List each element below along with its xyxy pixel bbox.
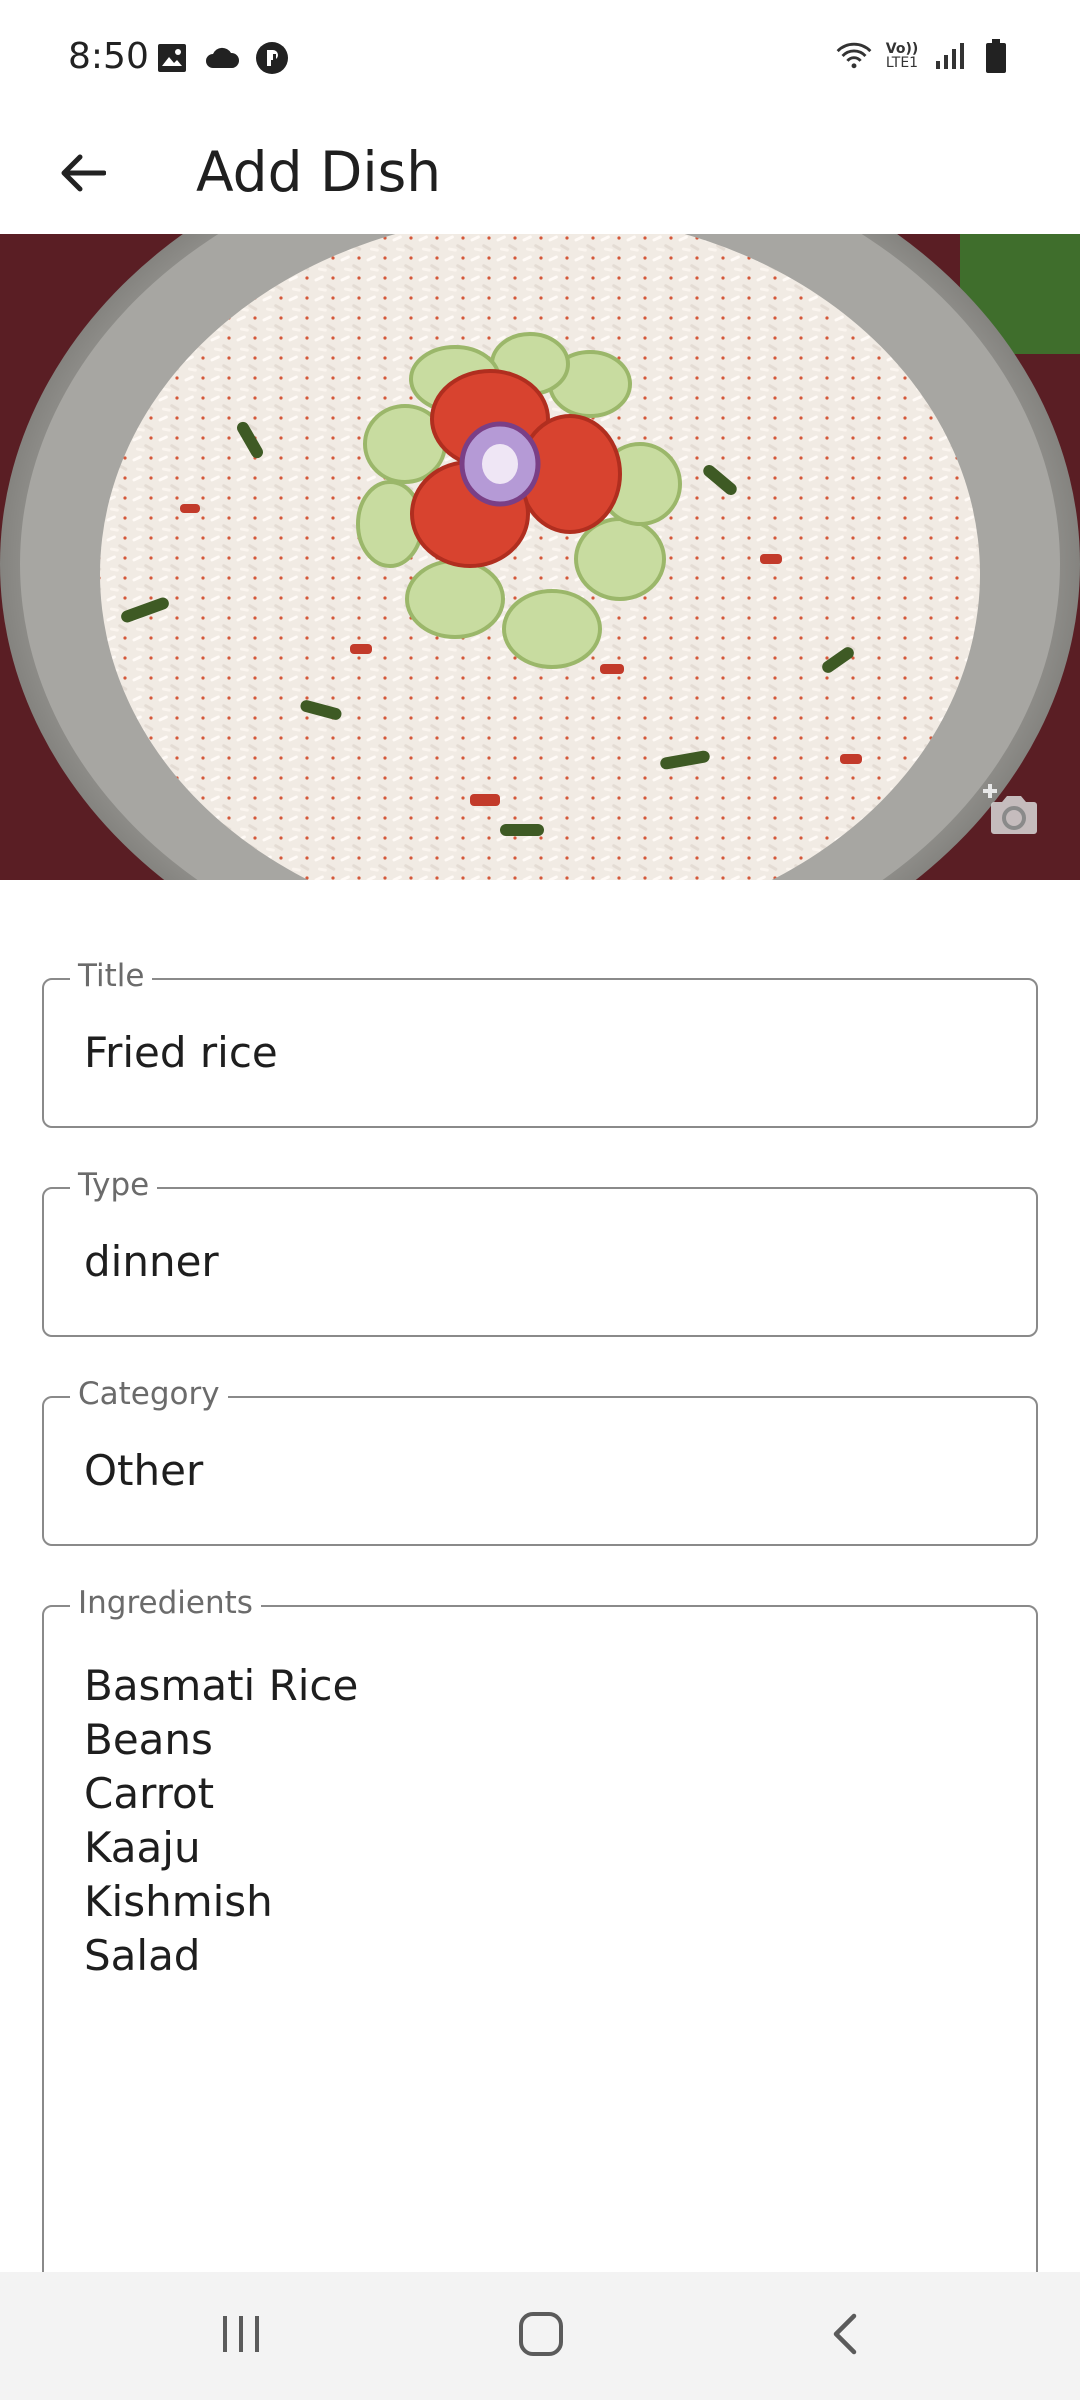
category-field[interactable]: Category Other xyxy=(42,1374,1038,1546)
status-icons-right: Vo)) LTE1 xyxy=(836,38,1014,74)
system-nav-bar xyxy=(0,2272,1080,2400)
back-button[interactable] xyxy=(40,132,126,218)
home-button[interactable] xyxy=(506,2304,576,2368)
status-time: 8:50 xyxy=(68,36,149,77)
arrow-back-icon xyxy=(60,153,107,197)
wifi-icon xyxy=(836,38,872,74)
status-icons-left xyxy=(154,40,290,76)
back-icon xyxy=(830,2312,860,2360)
volte-label: Vo)) xyxy=(885,41,919,57)
title-field-label: Title xyxy=(70,956,153,998)
ingredients-field-value[interactable]: Basmati Rice Beans Carrot Kaaju Kishmish… xyxy=(84,1659,358,1983)
app-bar: Add Dish xyxy=(0,120,1080,234)
add-photo-icon[interactable] xyxy=(980,778,1044,842)
title-field-value[interactable]: Fried rice xyxy=(84,1026,278,1080)
type-field[interactable]: Type dinner xyxy=(42,1165,1038,1337)
status-bar: 8:50 Vo)) LTE1 xyxy=(0,0,1080,120)
volte-lte1-icon: Vo)) LTE1 xyxy=(882,38,922,74)
signal-icon xyxy=(932,38,968,74)
ingredients-field-label: Ingredients xyxy=(70,1583,261,1625)
recent-apps-button[interactable] xyxy=(206,2304,276,2368)
battery-icon xyxy=(978,38,1014,74)
nav-back-button[interactable] xyxy=(810,2304,880,2368)
page-title: Add Dish xyxy=(196,140,442,204)
ingredients-field[interactable]: Ingredients Basmati Rice Beans Carrot Ka… xyxy=(42,1583,1038,2325)
lte-label: LTE1 xyxy=(885,55,919,71)
category-field-label: Category xyxy=(70,1374,228,1416)
home-icon xyxy=(517,2310,565,2362)
dish-photo[interactable] xyxy=(0,234,1080,880)
type-field-label: Type xyxy=(70,1165,158,1207)
type-field-value[interactable]: dinner xyxy=(84,1235,219,1289)
cloud-icon xyxy=(204,40,240,76)
title-field[interactable]: Title Fried rice xyxy=(42,956,1038,1128)
image-icon xyxy=(154,40,190,76)
app-notification-icon xyxy=(254,40,290,76)
dish-photo-illustration xyxy=(0,234,1080,880)
category-field-value[interactable]: Other xyxy=(84,1444,203,1498)
recent-apps-icon xyxy=(219,2314,263,2358)
